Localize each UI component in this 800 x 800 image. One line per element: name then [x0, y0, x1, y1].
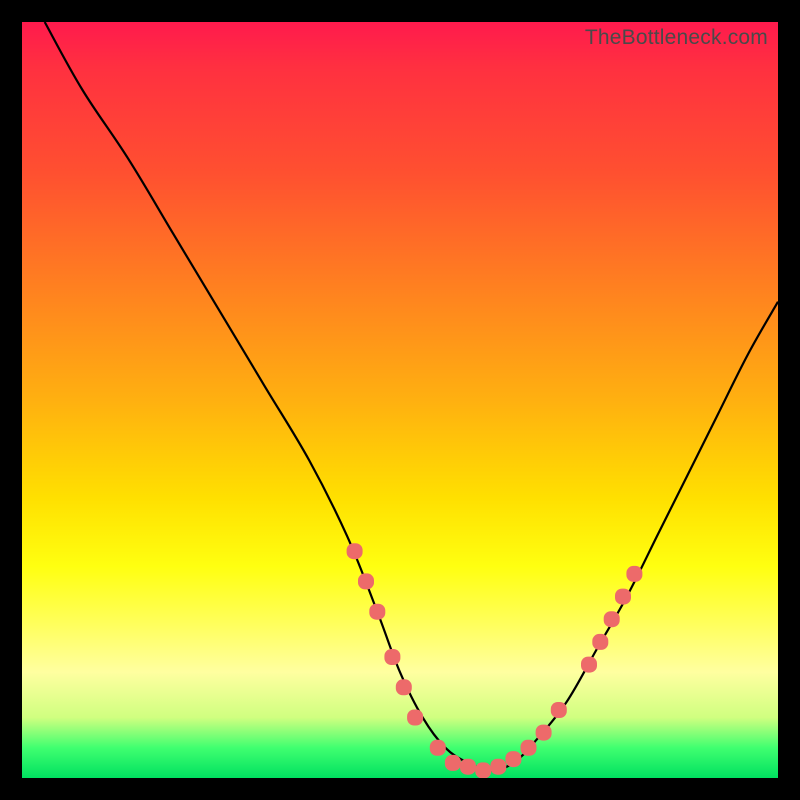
marker-group [347, 543, 643, 778]
data-marker [347, 543, 363, 559]
marker-layer [22, 22, 778, 778]
data-marker [384, 649, 400, 665]
data-marker [626, 566, 642, 582]
data-marker [536, 725, 552, 741]
data-marker [581, 657, 597, 673]
data-marker [407, 710, 423, 726]
data-marker [551, 702, 567, 718]
plot-area: TheBottleneck.com [22, 22, 778, 778]
data-marker [490, 759, 506, 775]
data-marker [445, 755, 461, 771]
chart-frame: TheBottleneck.com [0, 0, 800, 800]
data-marker [460, 759, 476, 775]
data-marker [430, 740, 446, 756]
data-marker [369, 604, 385, 620]
data-marker [615, 589, 631, 605]
data-marker [604, 611, 620, 627]
data-marker [521, 740, 537, 756]
watermark-text: TheBottleneck.com [585, 26, 768, 50]
data-marker [396, 679, 412, 695]
data-marker [358, 573, 374, 589]
data-marker [505, 751, 521, 767]
data-marker [475, 762, 491, 778]
data-marker [592, 634, 608, 650]
